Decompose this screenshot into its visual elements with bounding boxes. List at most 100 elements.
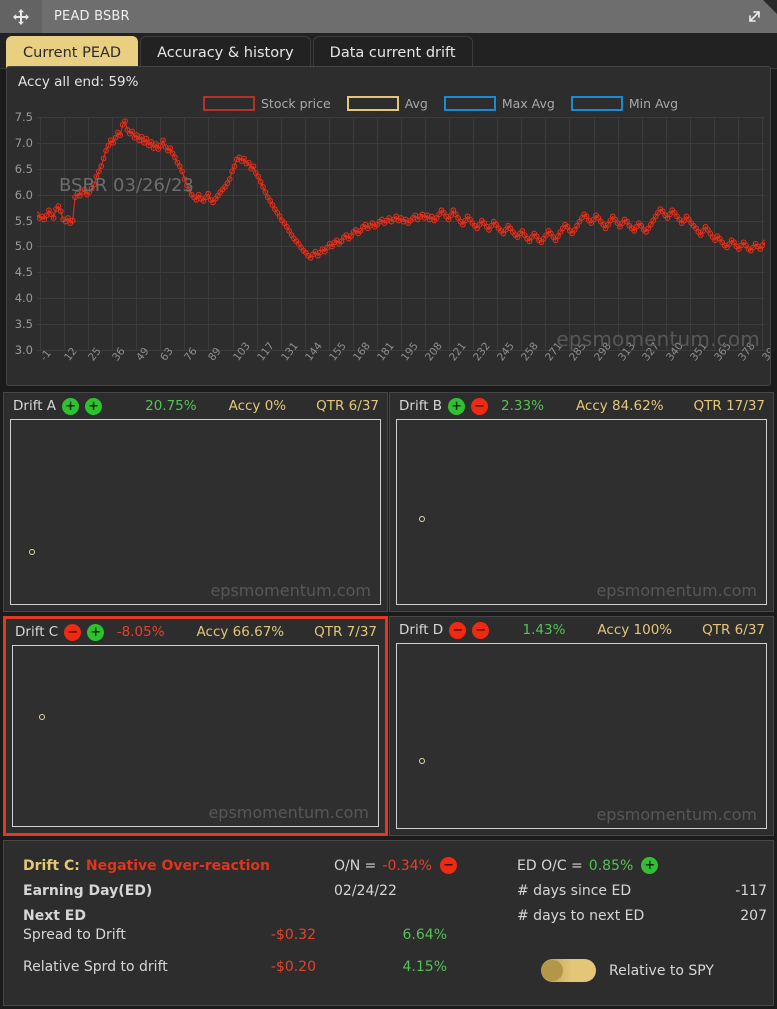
detail-days-since-ed-label: # days since ED	[517, 882, 632, 899]
drift-watermark: epsmomentum.com	[596, 581, 757, 600]
tab-bar: Current PEAD Accuracy & history Data cur…	[0, 33, 777, 69]
drift-panel-b[interactable]: Drift B + −2.33% Accy 84.62% QTR 17/37 epsmom…	[389, 392, 774, 612]
spread-to-drift-dollar: -$0.32	[270, 927, 316, 943]
drift-percent: 1.43%	[522, 622, 566, 638]
drift-minus-badge[interactable]: −	[471, 397, 489, 415]
drift-plus-badge[interactable]: +	[85, 397, 103, 415]
detail-earning-day-value: 02/24/22	[334, 882, 397, 899]
legend-item: Max Avg	[443, 96, 555, 111]
drift-plot-area[interactable]: epsmomentum.com	[12, 645, 379, 827]
spread-to-drift-row: Spread to Drift -$0.32 6.64%	[4, 921, 773, 953]
relative-spread-label: Relative Sprd to drift	[23, 959, 168, 975]
drift-plot-area[interactable]: epsmomentum.com	[396, 643, 767, 829]
y-axis-tick-label: 5.5	[14, 213, 33, 228]
tab-label: Accuracy & history	[157, 44, 294, 61]
move-cross-icon[interactable]	[0, 0, 42, 33]
detail-on-label: O/N =	[334, 857, 377, 874]
drift-panel-name: Drift B	[399, 398, 443, 414]
window-title: PEAD BSBR	[54, 9, 130, 24]
y-axis-tick-label: 6.0	[14, 187, 33, 202]
y-axis-tick-label: 5.0	[14, 239, 33, 254]
drift-minus-badge[interactable]: −	[64, 623, 82, 641]
drift-percent: 2.33%	[501, 398, 544, 414]
drift-panel-name: Drift A	[13, 398, 57, 414]
detail-days-since-ed-value: -117	[735, 882, 767, 899]
drift-panel-d[interactable]: Drift D − −1.43% Accy 100% QTR 6/37 epsmoment…	[389, 616, 774, 836]
drift-panel-c[interactable]: Drift C − + -8.05% Accy 66.67% QTR 7/37 epsmom…	[3, 616, 388, 836]
legend-item: Min Avg	[570, 96, 679, 111]
titlebar-corner-decoration	[763, 0, 777, 14]
relative-to-spy-label: Relative to SPY	[609, 962, 714, 979]
ed-oc-plus-badge[interactable]: +	[641, 857, 659, 874]
drift-minus-badge[interactable]: −	[449, 621, 467, 639]
drift-panel-name: Drift D	[399, 622, 444, 638]
chart-series-area	[37, 117, 765, 350]
drift-watermark: epsmomentum.com	[208, 803, 369, 822]
main-chart-card: Accy all end: 59% Stock price Avg Max Avg M…	[6, 66, 771, 386]
on-minus-badge[interactable]: −	[439, 857, 457, 874]
y-axis-tick-label: 4.0	[14, 291, 33, 306]
drift-panels-grid: Drift A + +20.75% Accy 0% QTR 6/37 epsmomentu…	[3, 392, 774, 836]
tab-label: Current PEAD	[23, 44, 122, 61]
drift-qtr: QTR 17/37	[693, 398, 765, 414]
detail-drift-label: Drift C:	[23, 857, 80, 874]
drift-qtr: QTR 7/37	[314, 624, 377, 640]
window-titlebar: PEAD BSBR	[0, 0, 777, 33]
relative-to-spy-control[interactable]: Relative to SPY	[541, 959, 714, 982]
legend-item: Stock price	[203, 96, 331, 111]
chart-legend: Stock price Avg Max Avg Min Avg	[203, 96, 690, 111]
y-axis-tick-label: 4.5	[14, 265, 33, 280]
legend-item: Avg	[346, 96, 428, 111]
drift-panel-a[interactable]: Drift A + +20.75% Accy 0% QTR 6/37 epsmomentu…	[3, 392, 388, 612]
drift-plot-area[interactable]: epsmomentum.com	[396, 419, 767, 605]
y-axis-tick-label: 3.0	[14, 343, 33, 357]
legend-swatch	[443, 96, 496, 111]
y-axis-tick-label: 3.5	[14, 317, 33, 332]
drift-watermark: epsmomentum.com	[210, 581, 371, 600]
drift-data-marker	[38, 714, 45, 721]
relative-spread-dollar: -$0.20	[270, 959, 316, 975]
detail-ed-oc-row: ED O/C = 0.85% +	[517, 853, 767, 878]
stock-price-series	[37, 118, 765, 261]
chart-overlay-title: BSBR 03/26/23	[59, 175, 194, 196]
drift-percent: 20.75%	[145, 398, 197, 414]
legend-label: Min Avg	[628, 96, 679, 111]
legend-swatch	[570, 96, 623, 111]
drift-panel-header: Drift D − −1.43% Accy 100% QTR 6/37	[390, 617, 773, 643]
tab-data-current-drift[interactable]: Data current drift	[312, 36, 473, 68]
relative-to-spy-toggle[interactable]	[541, 959, 596, 982]
drift-panel-header: Drift B + −2.33% Accy 84.62% QTR 17/37	[390, 393, 773, 419]
drift-percent: -8.05%	[116, 624, 165, 640]
detail-top-rows: Drift C: Negative Over-reaction Earning …	[4, 841, 773, 924]
toggle-knob	[542, 960, 563, 981]
drift-accuracy: Accy 0%	[228, 398, 287, 414]
drift-plus-badge[interactable]: +	[62, 397, 80, 415]
detail-column-left: Drift C: Negative Over-reaction Earning …	[23, 853, 333, 928]
tab-current-pead[interactable]: Current PEAD	[6, 36, 139, 68]
drift-plot-area[interactable]: epsmomentum.com	[10, 419, 381, 605]
drift-detail-panel: Drift C: Negative Over-reaction Earning …	[3, 840, 774, 1006]
chart-watermark: epsmomentum.com	[556, 327, 760, 351]
main-chart-plot[interactable]: 7.5 7.0 6.5 6.0 5.5 5.0 4.5 4.0 3.5 3.0 -1 12 25 36 4…	[7, 110, 770, 385]
drift-qtr: QTR 6/37	[316, 398, 379, 414]
drift-data-marker	[419, 515, 426, 522]
detail-ed-oc-value: 0.85%	[588, 857, 634, 874]
tab-accuracy-history[interactable]: Accuracy & history	[140, 36, 311, 68]
drift-plus-badge[interactable]: +	[87, 623, 105, 641]
detail-drift-verdict-row: Drift C: Negative Over-reaction	[23, 853, 333, 878]
detail-ed-oc-label: ED O/C =	[517, 857, 583, 874]
drift-accuracy: Accy 66.67%	[196, 624, 285, 640]
accy-all-end-label: Accy all end: 59%	[18, 74, 139, 90]
drift-minus-badge[interactable]: −	[472, 621, 490, 639]
legend-label: Stock price	[261, 96, 331, 111]
spread-to-drift-label: Spread to Drift	[23, 927, 126, 943]
spread-to-drift-pct: 6.64%	[402, 927, 447, 943]
detail-drift-verdict: Negative Over-reaction	[85, 857, 270, 874]
drift-data-marker	[29, 548, 36, 555]
detail-days-since-ed-row: # days since ED -117	[517, 878, 767, 903]
detail-earning-day-label: Earning Day(ED)	[23, 882, 153, 899]
drift-plus-badge[interactable]: +	[448, 397, 466, 415]
legend-swatch	[346, 96, 399, 111]
detail-on-row: O/N = -0.34% −	[334, 853, 514, 878]
drift-panel-header: Drift C − + -8.05% Accy 66.67% QTR 7/37	[6, 619, 385, 645]
